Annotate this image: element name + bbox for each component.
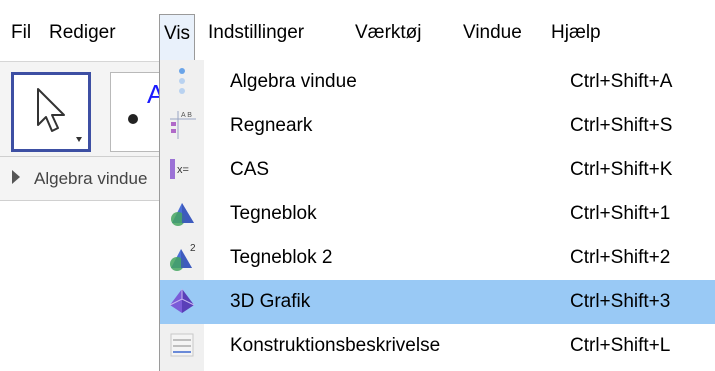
construction-protocol-icon [166, 329, 198, 361]
menu-item-label: Algebra vindue [230, 71, 357, 92]
menu-item-cas[interactable]: x= CAS Ctrl+Shift+K [160, 148, 715, 192]
menu-item-shortcut: Ctrl+Shift+S [570, 115, 673, 136]
menu-item-shortcut: Ctrl+Shift+2 [570, 247, 671, 268]
pointer-arrow-icon [37, 88, 82, 142]
menu-item-shortcut: Ctrl+Shift+K [570, 159, 673, 180]
menu-item-shortcut: Ctrl+Shift+L [570, 335, 671, 356]
menu-item-label: CAS [230, 159, 270, 180]
menu-item-label: Regneark [230, 115, 313, 136]
menu-item-label: Tegneblok [230, 203, 317, 224]
menu-item-label: 3D Grafik [230, 291, 311, 312]
menu-item-tegneblok[interactable]: Tegneblok Ctrl+Shift+1 [160, 192, 715, 236]
menu-item-tegneblok-2[interactable]: 2 Tegneblok 2 Ctrl+Shift+2 [160, 236, 715, 280]
svg-text:2: 2 [190, 243, 196, 254]
expand-arrow-icon[interactable] [12, 170, 20, 184]
menu-rediger[interactable]: Rediger [49, 14, 116, 52]
menu-item-label: Konstruktionsbeskrivelse [230, 335, 441, 356]
vis-dropdown-menu: Algebra vindue Ctrl+Shift+A A B Regneark… [159, 60, 715, 371]
menu-item-konstruktionsbeskrivelse[interactable]: Konstruktionsbeskrivelse Ctrl+Shift+L [160, 324, 715, 368]
move-tool-button[interactable] [11, 72, 91, 152]
menu-item-regneark[interactable]: A B Regneark Ctrl+Shift+S [160, 104, 715, 148]
menu-item-shortcut: Ctrl+Shift+A [570, 71, 673, 92]
svg-text:x=: x= [177, 164, 189, 176]
spreadsheet-icon: A B [166, 109, 198, 141]
algebra-view-title: Algebra vindue [34, 169, 148, 188]
menu-hjaelp[interactable]: Hjælp [551, 14, 601, 52]
menu-fil[interactable]: Fil [11, 14, 31, 52]
menu-item-shortcut: Ctrl+Shift+1 [570, 203, 671, 224]
menu-vindue[interactable]: Vindue [463, 14, 522, 52]
menu-item-algebra-vindue[interactable]: Algebra vindue Ctrl+Shift+A [160, 60, 715, 104]
menu-item-3d-grafik[interactable]: 3D Grafik Ctrl+Shift+3 [160, 280, 715, 324]
svg-text:A B: A B [181, 112, 192, 119]
menu-vis[interactable]: Vis [159, 14, 196, 61]
algebra-view-icon [166, 65, 198, 97]
menu-item-label: Tegneblok 2 [230, 247, 333, 268]
graphics-view-icon [166, 197, 198, 229]
menu-item-shortcut: Ctrl+Shift+3 [570, 291, 671, 312]
graphics-view-2-icon: 2 [166, 241, 198, 273]
menu-vaerktoej[interactable]: Værktøj [355, 14, 422, 52]
menu-indstillinger[interactable]: Indstillinger [208, 14, 304, 52]
cas-icon: x= [166, 153, 198, 185]
graphics-3d-icon [166, 285, 198, 317]
menu-bar: Fil Rediger Vis Indstillinger Værktøj Vi… [0, 0, 715, 61]
